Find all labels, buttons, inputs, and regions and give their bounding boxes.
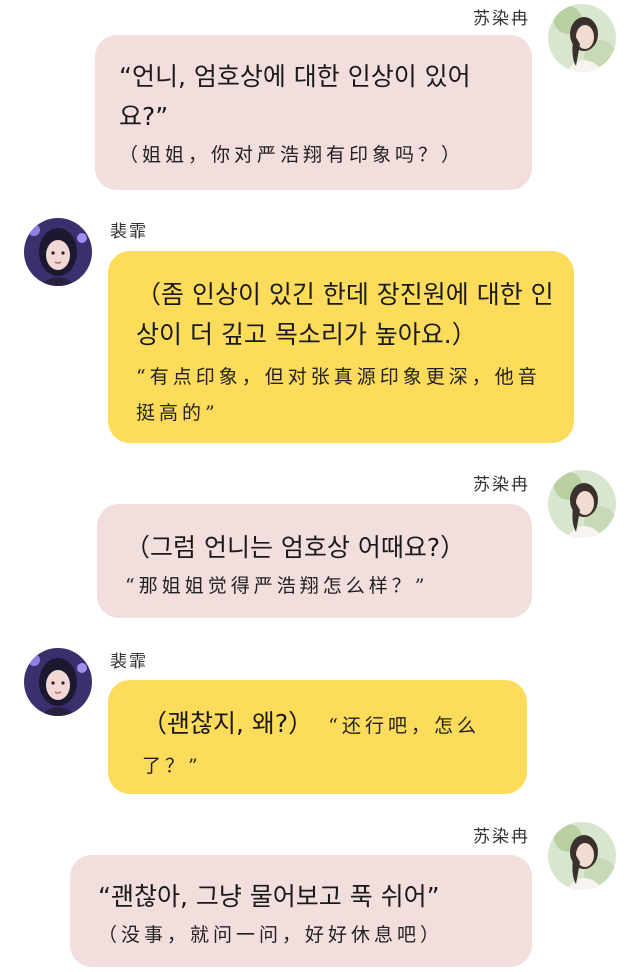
- avatar-suranran-icon[interactable]: [548, 470, 616, 538]
- avatar-suranran-icon[interactable]: [548, 4, 616, 72]
- message-korean-text: “언니, 엄호상에 대한 인상이 있어요?”: [119, 62, 471, 131]
- message-chinese-text: “有点印象，但对张真源印象更深，他音挺高的”: [136, 366, 541, 424]
- message-korean-text: （좀 인상이 있긴 한데 장진원에 대한 인상이 더 깊고 목소리가 높아요.）: [136, 280, 554, 349]
- sender-name: 裴霏: [110, 652, 148, 672]
- sender-name: 裴霏: [110, 222, 148, 242]
- message-bubble: （좀 인상이 있긴 한데 장진원에 대한 인상이 더 깊고 목소리가 높아요.）…: [108, 251, 574, 443]
- message-chinese-text: “那姐姐觉得严浩翔怎么样？”: [125, 575, 429, 597]
- message-chinese-text: （姐姐，你对严浩翔有印象吗？）: [119, 144, 465, 166]
- message-bubble: （괜찮지, 왜?） “还行吧，怎么了？”: [108, 680, 527, 794]
- sender-name: 苏染冉: [473, 9, 530, 29]
- message-bubble: （그럼 언니는 엄호상 어때요?） “那姐姐觉得严浩翔怎么样？”: [97, 504, 532, 618]
- avatar-peifei-icon[interactable]: [24, 648, 92, 716]
- message-bubble: “언니, 엄호상에 대한 인상이 있어요?” （姐姐，你对严浩翔有印象吗？）: [95, 35, 532, 190]
- sender-name: 苏染冉: [473, 475, 530, 495]
- sender-name: 苏染冉: [473, 827, 530, 847]
- message-bubble: “괜찮아, 그냥 물어보고 푹 쉬어” （没事，就问一问，好好休息吧）: [70, 855, 532, 967]
- message-korean-text: （괜찮지, 왜?）: [142, 709, 314, 738]
- message-korean-text: （그럼 언니는 엄호상 어때요?）: [125, 533, 466, 562]
- avatar-peifei-icon[interactable]: [24, 218, 92, 286]
- message-chinese-text: （没事，就问一问，好好休息吧）: [98, 924, 444, 946]
- avatar-suranran-icon[interactable]: [548, 822, 616, 890]
- message-korean-text: “괜찮아, 그냥 물어보고 푹 쉬어”: [98, 882, 440, 911]
